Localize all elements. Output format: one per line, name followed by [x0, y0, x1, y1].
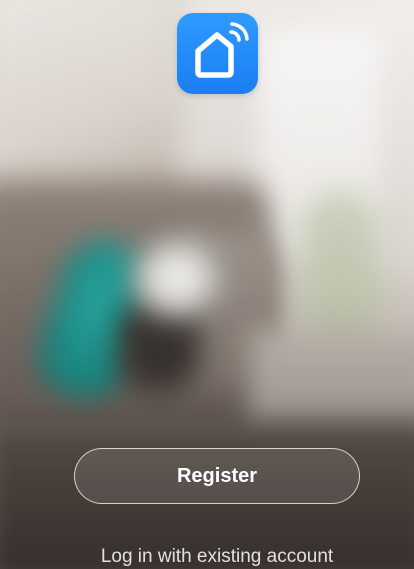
login-existing-account-link[interactable]: Log in with existing account	[0, 546, 414, 568]
register-button[interactable]: Register	[74, 448, 360, 504]
welcome-screen: Register Log in with existing account	[0, 0, 414, 569]
app-logo	[177, 13, 258, 94]
smart-home-wifi-icon	[195, 22, 249, 78]
